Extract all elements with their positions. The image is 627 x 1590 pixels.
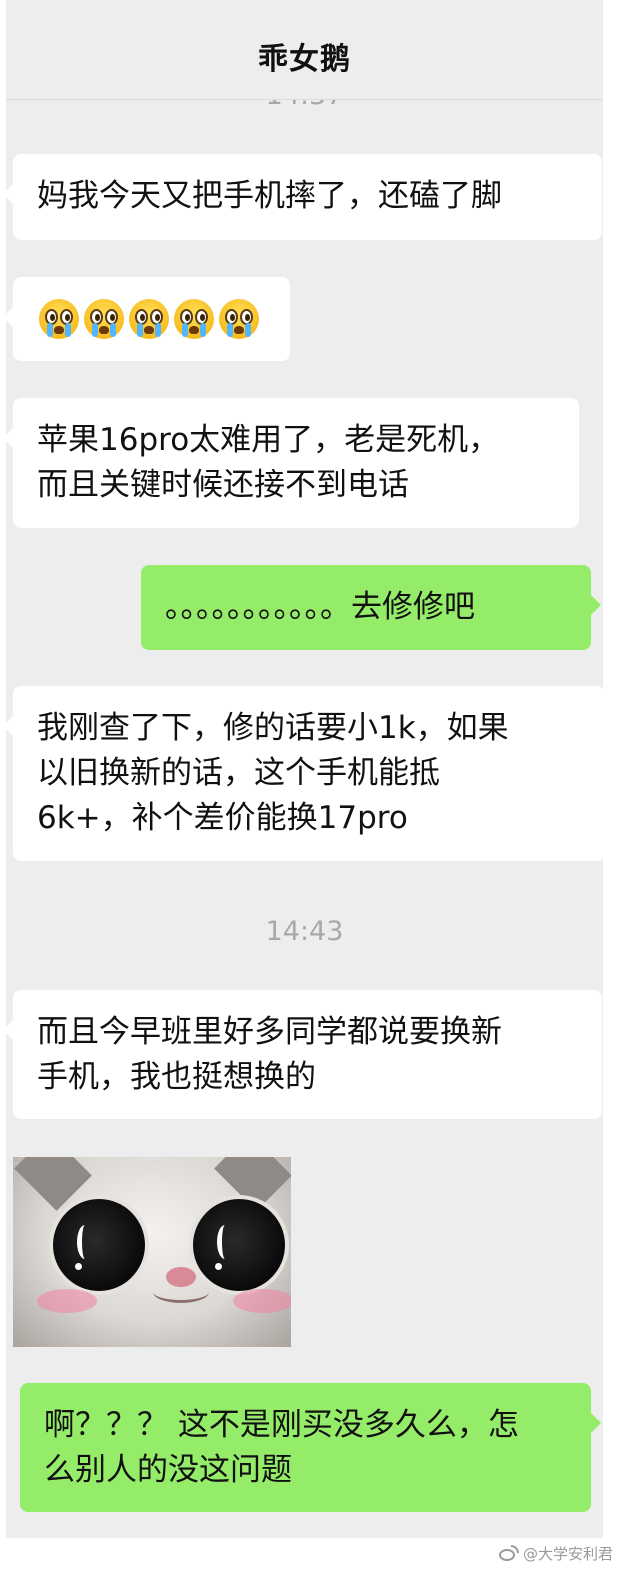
message-text: 我刚查了下，修的话要小1k，如果 — [37, 710, 509, 746]
message-bubble-outgoing-1[interactable]: 。。。。。。。。。。。去修修吧 — [141, 565, 601, 650]
message-text: 苹果16pro太难用了，老是死机， — [37, 422, 500, 458]
title-bar: 乖女鹅 — [6, 0, 603, 100]
cat-mouth — [153, 1281, 209, 1303]
message-bubble-outgoing-2[interactable]: 啊？？？ 这不是刚买没多久么，怎 么别人的没这问题 — [20, 1383, 601, 1512]
message-bubble-6[interactable]: 而且今早班里好多同学都说要换新 手机，我也挺想换的 — [6, 990, 602, 1119]
message-text: 而且关键时候还接不到电话 — [37, 467, 409, 503]
emoji-row — [39, 277, 264, 361]
message-bubble-5[interactable]: 我刚查了下，修的话要小1k，如果 以旧换新的话，这个手机能抵 6k+，补个差价能… — [6, 686, 603, 861]
chat-panel: 乖女鹅 14:37 妈我今天又把手机摔了，还磕了脚 苹果16pro太难用了，老是… — [6, 0, 603, 1538]
crying-emoji-icon — [39, 299, 79, 339]
message-text: 么别人的没这问题 — [44, 1452, 292, 1488]
cat-blush — [233, 1289, 291, 1313]
message-bubble-1[interactable]: 妈我今天又把手机摔了，还磕了脚 — [6, 154, 602, 240]
message-text: 而且今早班里好多同学都说要换新 — [37, 1014, 502, 1050]
message-text: 妈我今天又把手机摔了，还磕了脚 — [37, 178, 502, 214]
cat-blush — [37, 1289, 97, 1313]
message-text: 。。。。。。。。。。。去修修吧 — [165, 589, 475, 625]
cat-eye — [53, 1199, 145, 1291]
message-text: 6k+，补个差价能换17pro — [37, 800, 408, 836]
crying-emoji-icon — [84, 299, 124, 339]
cat-eye — [193, 1199, 285, 1291]
message-bubble-emoji[interactable] — [6, 277, 290, 361]
message-text: 啊？？？ 这不是刚买没多久么，怎 — [44, 1407, 519, 1443]
watermark-text: @大学安利君 — [522, 1544, 613, 1563]
message-bubble-3[interactable]: 苹果16pro太难用了，老是死机， 而且关键时候还接不到电话 — [6, 398, 579, 528]
weibo-icon — [498, 1545, 519, 1561]
chat-title: 乖女鹅 — [258, 42, 351, 77]
watermark: @大学安利君 — [498, 1540, 613, 1566]
message-text: 手机，我也挺想换的 — [37, 1059, 316, 1095]
crying-emoji-icon — [174, 299, 214, 339]
crying-emoji-icon — [129, 299, 169, 339]
cat-sticker-image[interactable] — [13, 1157, 291, 1347]
crying-emoji-icon — [219, 299, 259, 339]
timestamp-middle: 14:43 — [265, 916, 344, 947]
message-text: 以旧换新的话，这个手机能抵 — [37, 755, 440, 791]
